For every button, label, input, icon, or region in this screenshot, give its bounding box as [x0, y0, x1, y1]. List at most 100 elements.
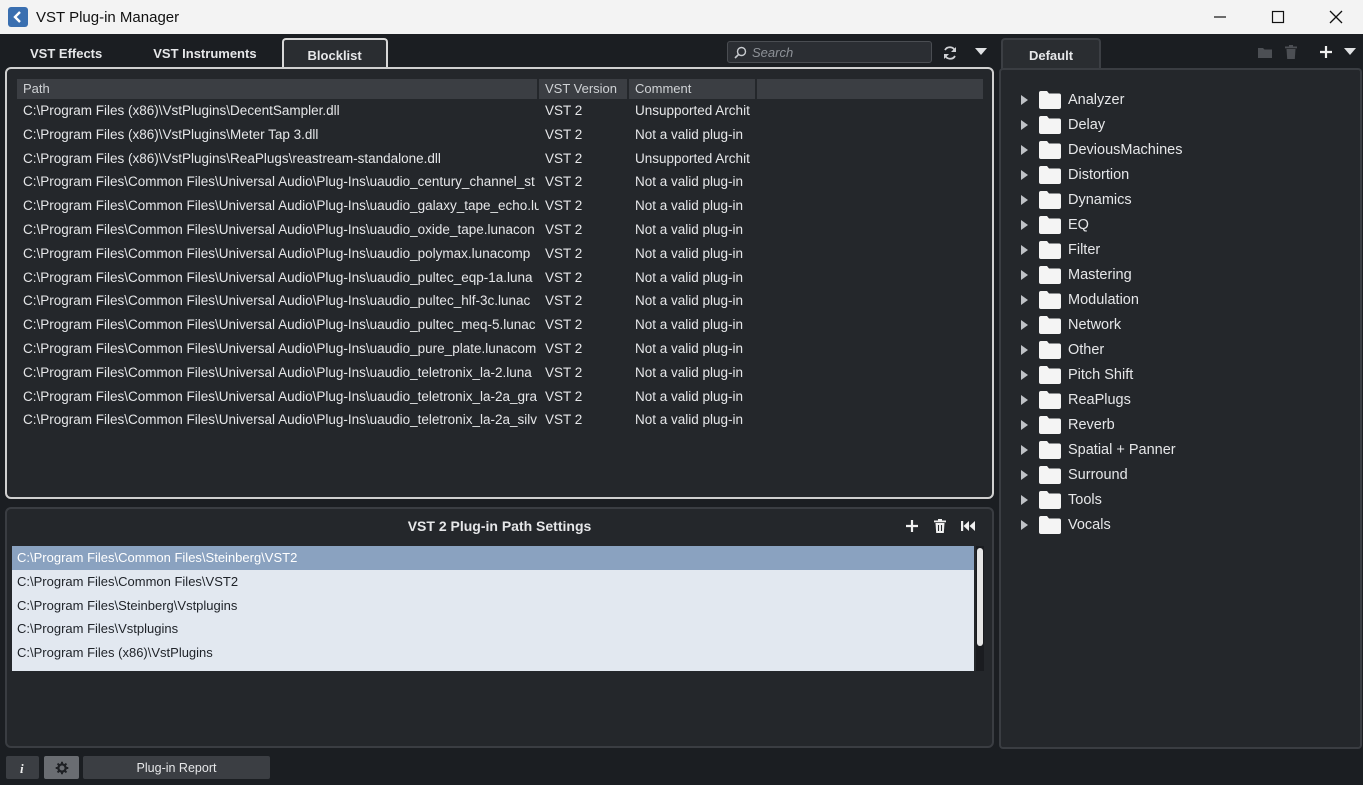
cell-version: VST 2: [545, 245, 583, 261]
folder-icon: [1039, 290, 1061, 309]
table-row[interactable]: C:\Program Files\Common Files\Universal …: [17, 361, 985, 385]
cell-path: C:\Program Files\Common Files\Universal …: [23, 340, 537, 356]
expand-arrow-icon[interactable]: [1019, 194, 1029, 205]
folder-item[interactable]: DeviousMachines: [1019, 137, 1182, 162]
expand-arrow-icon[interactable]: [1019, 169, 1029, 180]
expand-arrow-icon[interactable]: [1019, 119, 1029, 130]
tab-vst-instruments[interactable]: VST Instruments: [129, 38, 281, 68]
table-row[interactable]: C:\Program Files\Common Files\Universal …: [17, 218, 985, 242]
column-header-extra: [757, 79, 985, 99]
expand-arrow-icon[interactable]: [1019, 94, 1029, 105]
cell-version: VST 2: [545, 174, 583, 190]
cell-path: C:\Program Files (x86)\VstPlugins\ReaPlu…: [23, 150, 441, 166]
scrollbar-thumb[interactable]: [977, 548, 983, 646]
cell-comment: Unsupported Archit: [635, 103, 750, 118]
expand-arrow-icon[interactable]: [1019, 494, 1029, 505]
tab-collection-default[interactable]: Default: [1001, 38, 1101, 70]
table-row[interactable]: C:\Program Files\Common Files\Universal …: [17, 194, 985, 218]
table-row[interactable]: C:\Program Files\Common Files\Universal …: [17, 408, 985, 432]
folder-item[interactable]: Modulation: [1019, 287, 1182, 312]
folder-item[interactable]: Pitch Shift: [1019, 362, 1182, 387]
path-list-item[interactable]: C:\Program Files\Steinberg\Vstplugins: [12, 594, 974, 618]
new-folder-button[interactable]: [1256, 44, 1274, 62]
path-list-item[interactable]: C:\Program Files\Common Files\Steinberg\…: [12, 546, 974, 570]
table-row[interactable]: C:\Program Files\Common Files\Universal …: [17, 385, 985, 409]
folder-item[interactable]: Vocals: [1019, 512, 1182, 537]
table-row[interactable]: C:\Program Files\Common Files\Universal …: [17, 337, 985, 361]
cell-extra: [757, 170, 985, 194]
maximize-icon: [1271, 10, 1285, 24]
expand-arrow-icon[interactable]: [1019, 419, 1029, 430]
delete-collection-button[interactable]: [1282, 43, 1300, 61]
close-button[interactable]: [1307, 0, 1363, 34]
options-dropdown-button[interactable]: [972, 43, 990, 61]
delete-path-button[interactable]: [931, 517, 949, 535]
folder-item[interactable]: Distortion: [1019, 162, 1182, 187]
folder-item[interactable]: Dynamics: [1019, 187, 1182, 212]
expand-arrow-icon[interactable]: [1019, 269, 1029, 280]
column-header-path[interactable]: Path: [17, 79, 539, 99]
expand-arrow-icon[interactable]: [1019, 394, 1029, 405]
tab-vst-effects[interactable]: VST Effects: [0, 38, 129, 68]
search-input[interactable]: [752, 44, 922, 60]
table-row[interactable]: C:\Program Files\Common Files\Universal …: [17, 242, 985, 266]
table-row[interactable]: C:\Program Files\Common Files\Universal …: [17, 289, 985, 313]
expand-arrow-icon[interactable]: [1019, 144, 1029, 155]
path-list-item[interactable]: C:\Program Files\Vstplugins: [12, 617, 974, 641]
path-list-item[interactable]: C:\Program Files\Common Files\VST2: [12, 570, 974, 594]
chevron-down-icon: [1344, 48, 1356, 55]
expand-arrow-icon[interactable]: [1019, 469, 1029, 480]
expand-arrow-icon[interactable]: [1019, 319, 1029, 330]
folder-item[interactable]: Other: [1019, 337, 1182, 362]
column-header-comment[interactable]: Comment: [629, 79, 757, 99]
reset-paths-button[interactable]: [959, 517, 977, 535]
folder-item[interactable]: ReaPlugs: [1019, 387, 1182, 412]
table-row[interactable]: C:\Program Files\Common Files\Universal …: [17, 266, 985, 290]
expand-arrow-icon[interactable]: [1019, 344, 1029, 355]
folder-label: Modulation: [1068, 291, 1139, 308]
folder-item[interactable]: Tools: [1019, 487, 1182, 512]
folder-item[interactable]: Network: [1019, 312, 1182, 337]
expand-arrow-icon[interactable]: [1019, 519, 1029, 530]
table-row[interactable]: C:\Program Files (x86)\VstPlugins\Decent…: [17, 99, 985, 123]
folder-item[interactable]: Delay: [1019, 112, 1182, 137]
table-body: C:\Program Files (x86)\VstPlugins\Decent…: [17, 99, 985, 432]
minimize-button[interactable]: [1191, 0, 1249, 34]
folder-item[interactable]: Mastering: [1019, 262, 1182, 287]
path-list-item[interactable]: C:\Program Files (x86)\VstPlugins: [12, 641, 974, 665]
expand-arrow-icon[interactable]: [1019, 219, 1029, 230]
search-box[interactable]: [727, 41, 932, 63]
add-collection-button[interactable]: [1317, 43, 1335, 61]
settings-button[interactable]: [44, 756, 79, 779]
table-row[interactable]: C:\Program Files (x86)\VstPlugins\ReaPlu…: [17, 147, 985, 171]
folder-item[interactable]: Filter: [1019, 237, 1182, 262]
expand-arrow-icon[interactable]: [1019, 369, 1029, 380]
maximize-button[interactable]: [1249, 0, 1307, 34]
cell-comment: Not a valid plug-in: [635, 364, 744, 380]
add-path-button[interactable]: [903, 517, 921, 535]
folder-item[interactable]: Spatial + Panner: [1019, 437, 1182, 462]
folder-item[interactable]: Surround: [1019, 462, 1182, 487]
info-button[interactable]: i: [6, 756, 39, 779]
table-row[interactable]: C:\Program Files (x86)\VstPlugins\Meter …: [17, 123, 985, 147]
cell-extra: [757, 266, 985, 290]
expand-arrow-icon[interactable]: [1019, 244, 1029, 255]
cell-version: VST 2: [545, 340, 583, 356]
expand-arrow-icon[interactable]: [1019, 444, 1029, 455]
table-row[interactable]: C:\Program Files\Common Files\Universal …: [17, 170, 985, 194]
path-settings-panel: VST 2 Plug-in Path Settings C:\Program F…: [5, 507, 994, 748]
folder-item[interactable]: Analyzer: [1019, 87, 1182, 112]
path-list-scrollbar[interactable]: [976, 546, 984, 671]
column-header-version[interactable]: VST Version: [539, 79, 629, 99]
refresh-button[interactable]: [940, 43, 960, 63]
cell-path: C:\Program Files\Common Files\Universal …: [23, 269, 533, 285]
cell-path: C:\Program Files\Common Files\Universal …: [23, 245, 531, 261]
collection-menu-button[interactable]: [1341, 43, 1359, 61]
cell-extra: [757, 218, 985, 242]
folder-item[interactable]: EQ: [1019, 212, 1182, 237]
plugin-report-button[interactable]: Plug-in Report: [83, 756, 270, 779]
folder-item[interactable]: Reverb: [1019, 412, 1182, 437]
expand-arrow-icon[interactable]: [1019, 294, 1029, 305]
tab-blocklist[interactable]: Blocklist: [281, 38, 388, 70]
table-row[interactable]: C:\Program Files\Common Files\Universal …: [17, 313, 985, 337]
